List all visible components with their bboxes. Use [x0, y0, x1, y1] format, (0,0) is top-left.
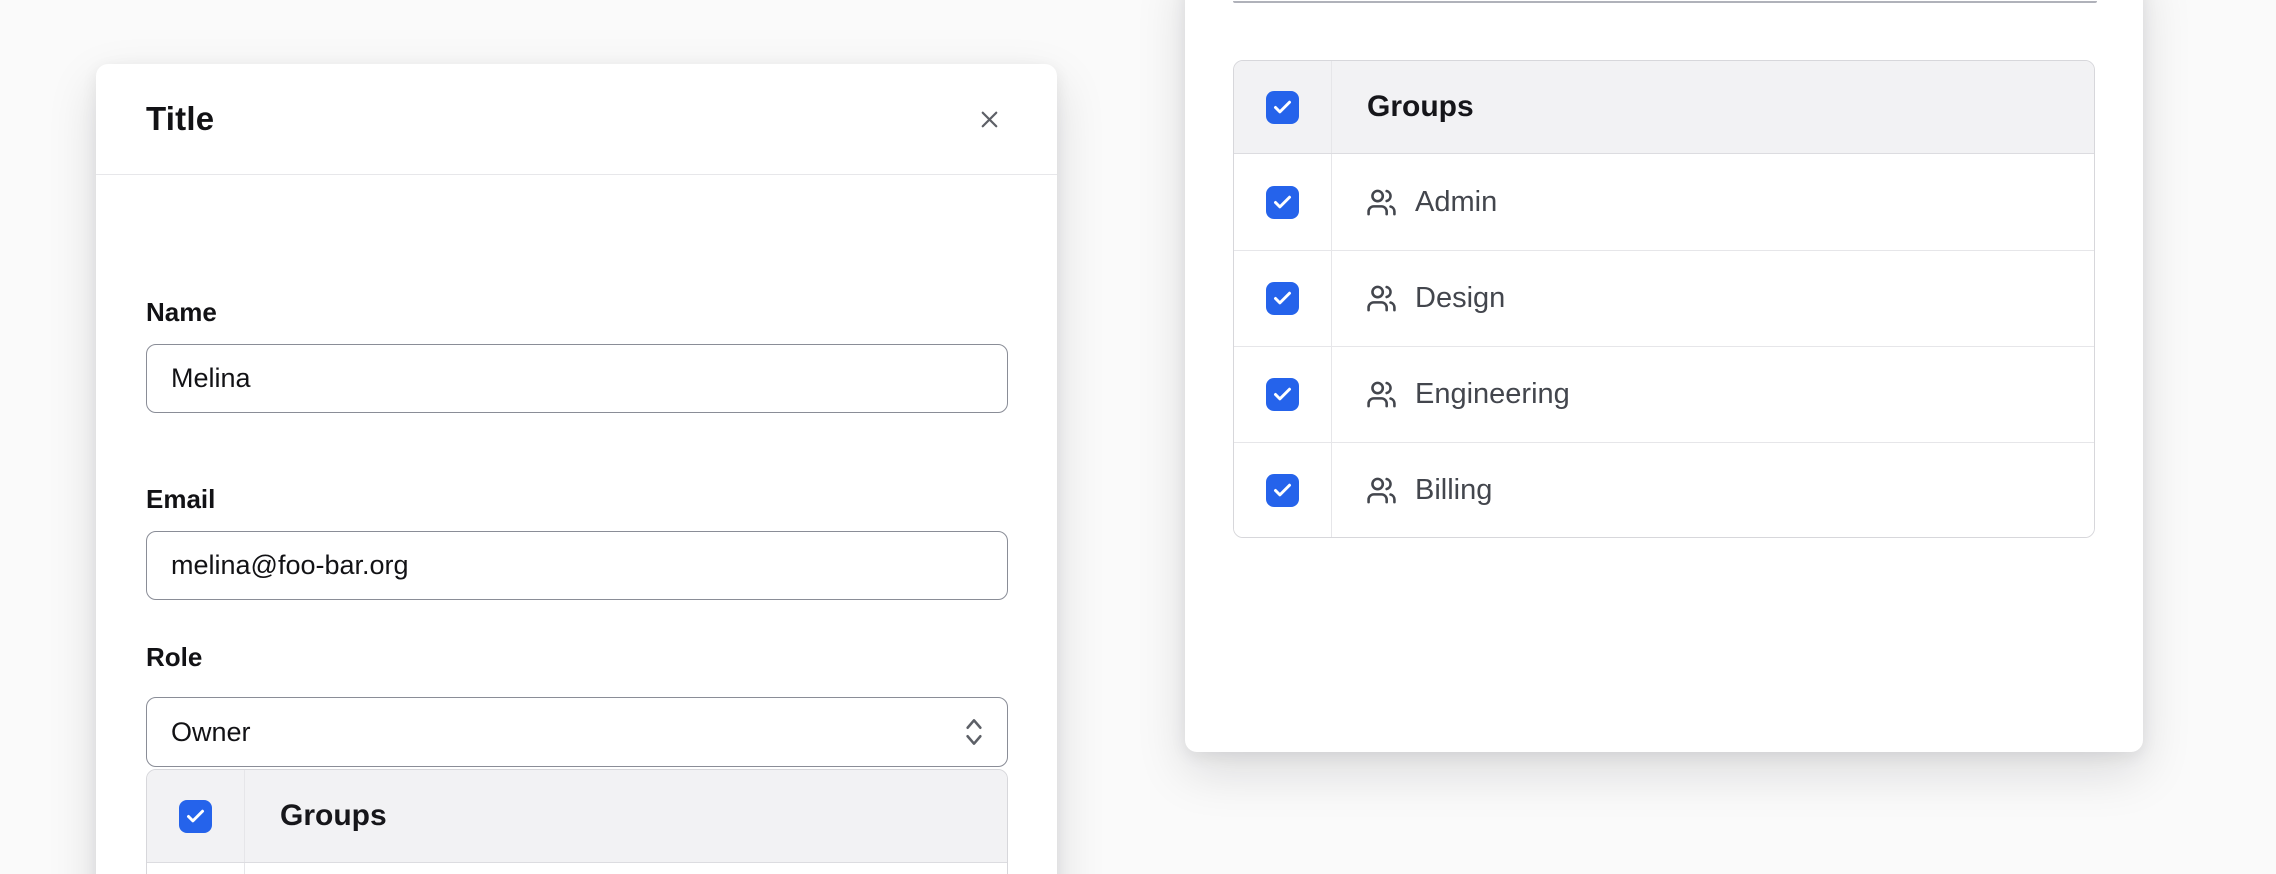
- select-all-checkbox[interactable]: [179, 800, 212, 833]
- checkbox-column: [1234, 61, 1332, 153]
- groups-column-header: Groups: [1367, 90, 1474, 124]
- edit-user-modal: Title Name Email Role Owner: [96, 64, 1057, 874]
- checkmark-icon: [1272, 480, 1293, 501]
- groups-table-header: Groups: [147, 770, 1007, 863]
- checkmark-icon: [1272, 384, 1293, 405]
- checkmark-icon: [1272, 192, 1293, 213]
- users-icon: [1366, 475, 1397, 506]
- table-row-engineering[interactable]: Engineering: [1234, 346, 2094, 442]
- checkmark-icon: [185, 806, 206, 827]
- checkmark-icon: [1272, 97, 1293, 118]
- x-icon: [976, 106, 1003, 133]
- row-checkbox[interactable]: [1266, 186, 1299, 219]
- group-name: Engineering: [1415, 378, 1570, 411]
- table-row-billing[interactable]: Billing: [1234, 442, 2094, 538]
- role-select[interactable]: Owner: [146, 697, 1008, 767]
- checkmark-icon: [1272, 288, 1293, 309]
- checkbox-column: [147, 770, 245, 862]
- page-background: Title Name Email Role Owner: [0, 0, 2276, 874]
- groups-table: Groups: [146, 769, 1008, 874]
- group-name: Design: [1415, 282, 1505, 315]
- groups-table-header: Groups: [1234, 61, 2094, 154]
- row-checkbox[interactable]: [1266, 474, 1299, 507]
- select-all-checkbox[interactable]: [1266, 91, 1299, 124]
- users-icon: [1366, 283, 1397, 314]
- group-name: Billing: [1415, 474, 1492, 507]
- groups-column-header: Groups: [280, 799, 387, 833]
- chevron-up-down-icon: [961, 715, 987, 749]
- email-input[interactable]: [146, 531, 1008, 600]
- groups-panel: Groups: [1185, 0, 2143, 752]
- modal-header: Title: [96, 64, 1057, 175]
- name-label: Name: [146, 297, 217, 328]
- groups-table: Groups: [1233, 60, 2095, 538]
- group-name: Admin: [1415, 186, 1497, 219]
- role-select-value: Owner: [171, 717, 251, 748]
- name-input[interactable]: [146, 344, 1008, 413]
- modal-title: Title: [146, 100, 214, 138]
- email-label: Email: [146, 484, 215, 515]
- table-row-admin[interactable]: Admin: [1234, 154, 2094, 250]
- users-icon: [1366, 379, 1397, 410]
- row-checkbox[interactable]: [1266, 378, 1299, 411]
- cropped-field-bottom-border: [1233, 1, 2097, 3]
- role-label: Role: [146, 642, 202, 673]
- row-checkbox[interactable]: [1266, 282, 1299, 315]
- users-icon: [1366, 187, 1397, 218]
- table-row: [147, 863, 1007, 874]
- table-row-design[interactable]: Design: [1234, 250, 2094, 346]
- close-button[interactable]: [965, 95, 1013, 143]
